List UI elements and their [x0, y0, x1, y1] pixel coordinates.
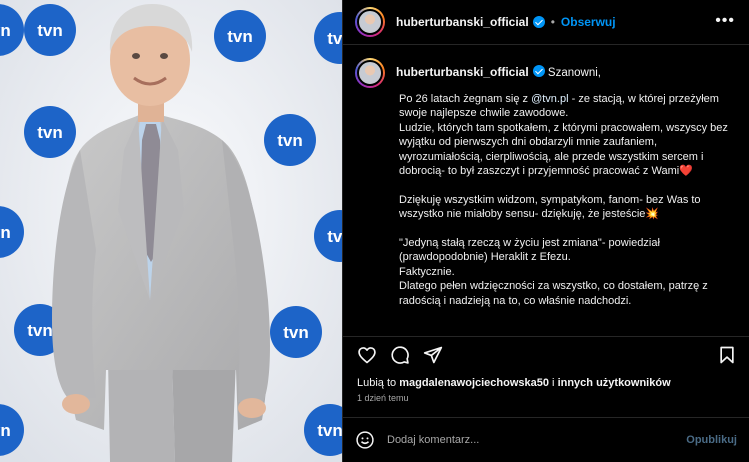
instagram-post-modal: tvn tvn tvn tvn tvn tvn tvn tvn tvn tvn tvn tvn: [0, 0, 749, 462]
post-caption: huberturbanski_official Szanowni, Po 26 …: [355, 58, 739, 328]
caption-text-part-2: - ze stacją, w której przeżyłem swoje na…: [399, 93, 728, 307]
tvn-logo-text: tvn: [0, 223, 11, 242]
tvn-logo: tvn: [214, 10, 266, 62]
tvn-logo-text: tvn: [327, 29, 342, 48]
bookmark-icon[interactable]: [717, 345, 737, 365]
likes-user-link[interactable]: magdalenawojciechowska50: [399, 377, 549, 389]
caption-username[interactable]: huberturbanski_official: [396, 65, 529, 79]
caption-text: Po 26 latach żegnam się z @tvn.pl - ze s…: [399, 92, 739, 308]
tvn-logo-text: tvn: [0, 21, 11, 40]
tvn-logo-text: tvn: [227, 27, 253, 46]
tvn-logo: tvn: [24, 106, 76, 158]
post-photo[interactable]: tvn tvn tvn tvn tvn tvn tvn tvn tvn tvn tvn tvn: [0, 0, 342, 462]
likes-middle: i: [549, 377, 558, 389]
author-avatar[interactable]: [355, 7, 385, 37]
likes-prefix: Lubią to: [357, 377, 400, 389]
tvn-logo-text: tvn: [283, 323, 309, 342]
smiley-icon[interactable]: [355, 430, 375, 450]
caption-author-avatar[interactable]: [355, 58, 385, 88]
tvn-logo-text: tvn: [37, 123, 63, 142]
post-side-panel: huberturbanski_official • Obserwuj ••• h…: [342, 0, 749, 462]
follow-button[interactable]: Obserwuj: [561, 15, 616, 29]
post-header: huberturbanski_official • Obserwuj •••: [343, 0, 749, 45]
tvn-logo-text: tvn: [37, 21, 63, 40]
publish-button[interactable]: Opublikuj: [686, 434, 737, 446]
likes-others-link[interactable]: innych użytkowników: [558, 377, 671, 389]
send-icon[interactable]: [423, 345, 443, 365]
more-icon[interactable]: •••: [715, 12, 735, 30]
caption-text-part-1: Po 26 latach żegnam się z: [399, 93, 532, 105]
tvn-logo-text: tvn: [277, 131, 303, 150]
author-username[interactable]: huberturbanski_official: [396, 15, 529, 29]
mention-link[interactable]: @tvn.pl: [531, 93, 568, 105]
tvn-logo: tvn: [24, 4, 76, 56]
tvn-logo: tvn: [264, 114, 316, 166]
verified-badge-icon: [532, 16, 545, 28]
post-timestamp[interactable]: 1 dzień temu: [357, 393, 409, 403]
likes-summary: Lubią to magdalenawojciechowska50 i inny…: [357, 377, 671, 389]
tvn-logo-text: tvn: [327, 227, 342, 246]
tvn-logo-text: tvn: [0, 421, 11, 440]
tvn-logo: tvn: [270, 306, 322, 358]
post-actions-bar: [343, 336, 749, 368]
tvn-logo-text: tvn: [317, 421, 342, 440]
comment-box: Opublikuj: [343, 417, 749, 462]
separator-dot: •: [550, 15, 555, 29]
verified-badge-icon: [532, 65, 545, 77]
tvn-logo-text: tvn: [27, 321, 53, 340]
caption-greeting: Szanowni,: [547, 67, 601, 79]
photo-illustration: tvn tvn tvn tvn tvn tvn tvn tvn tvn tvn tvn tvn: [0, 0, 342, 462]
comment-input[interactable]: [387, 434, 687, 446]
comment-icon[interactable]: [390, 345, 410, 365]
heart-icon[interactable]: [357, 345, 377, 365]
